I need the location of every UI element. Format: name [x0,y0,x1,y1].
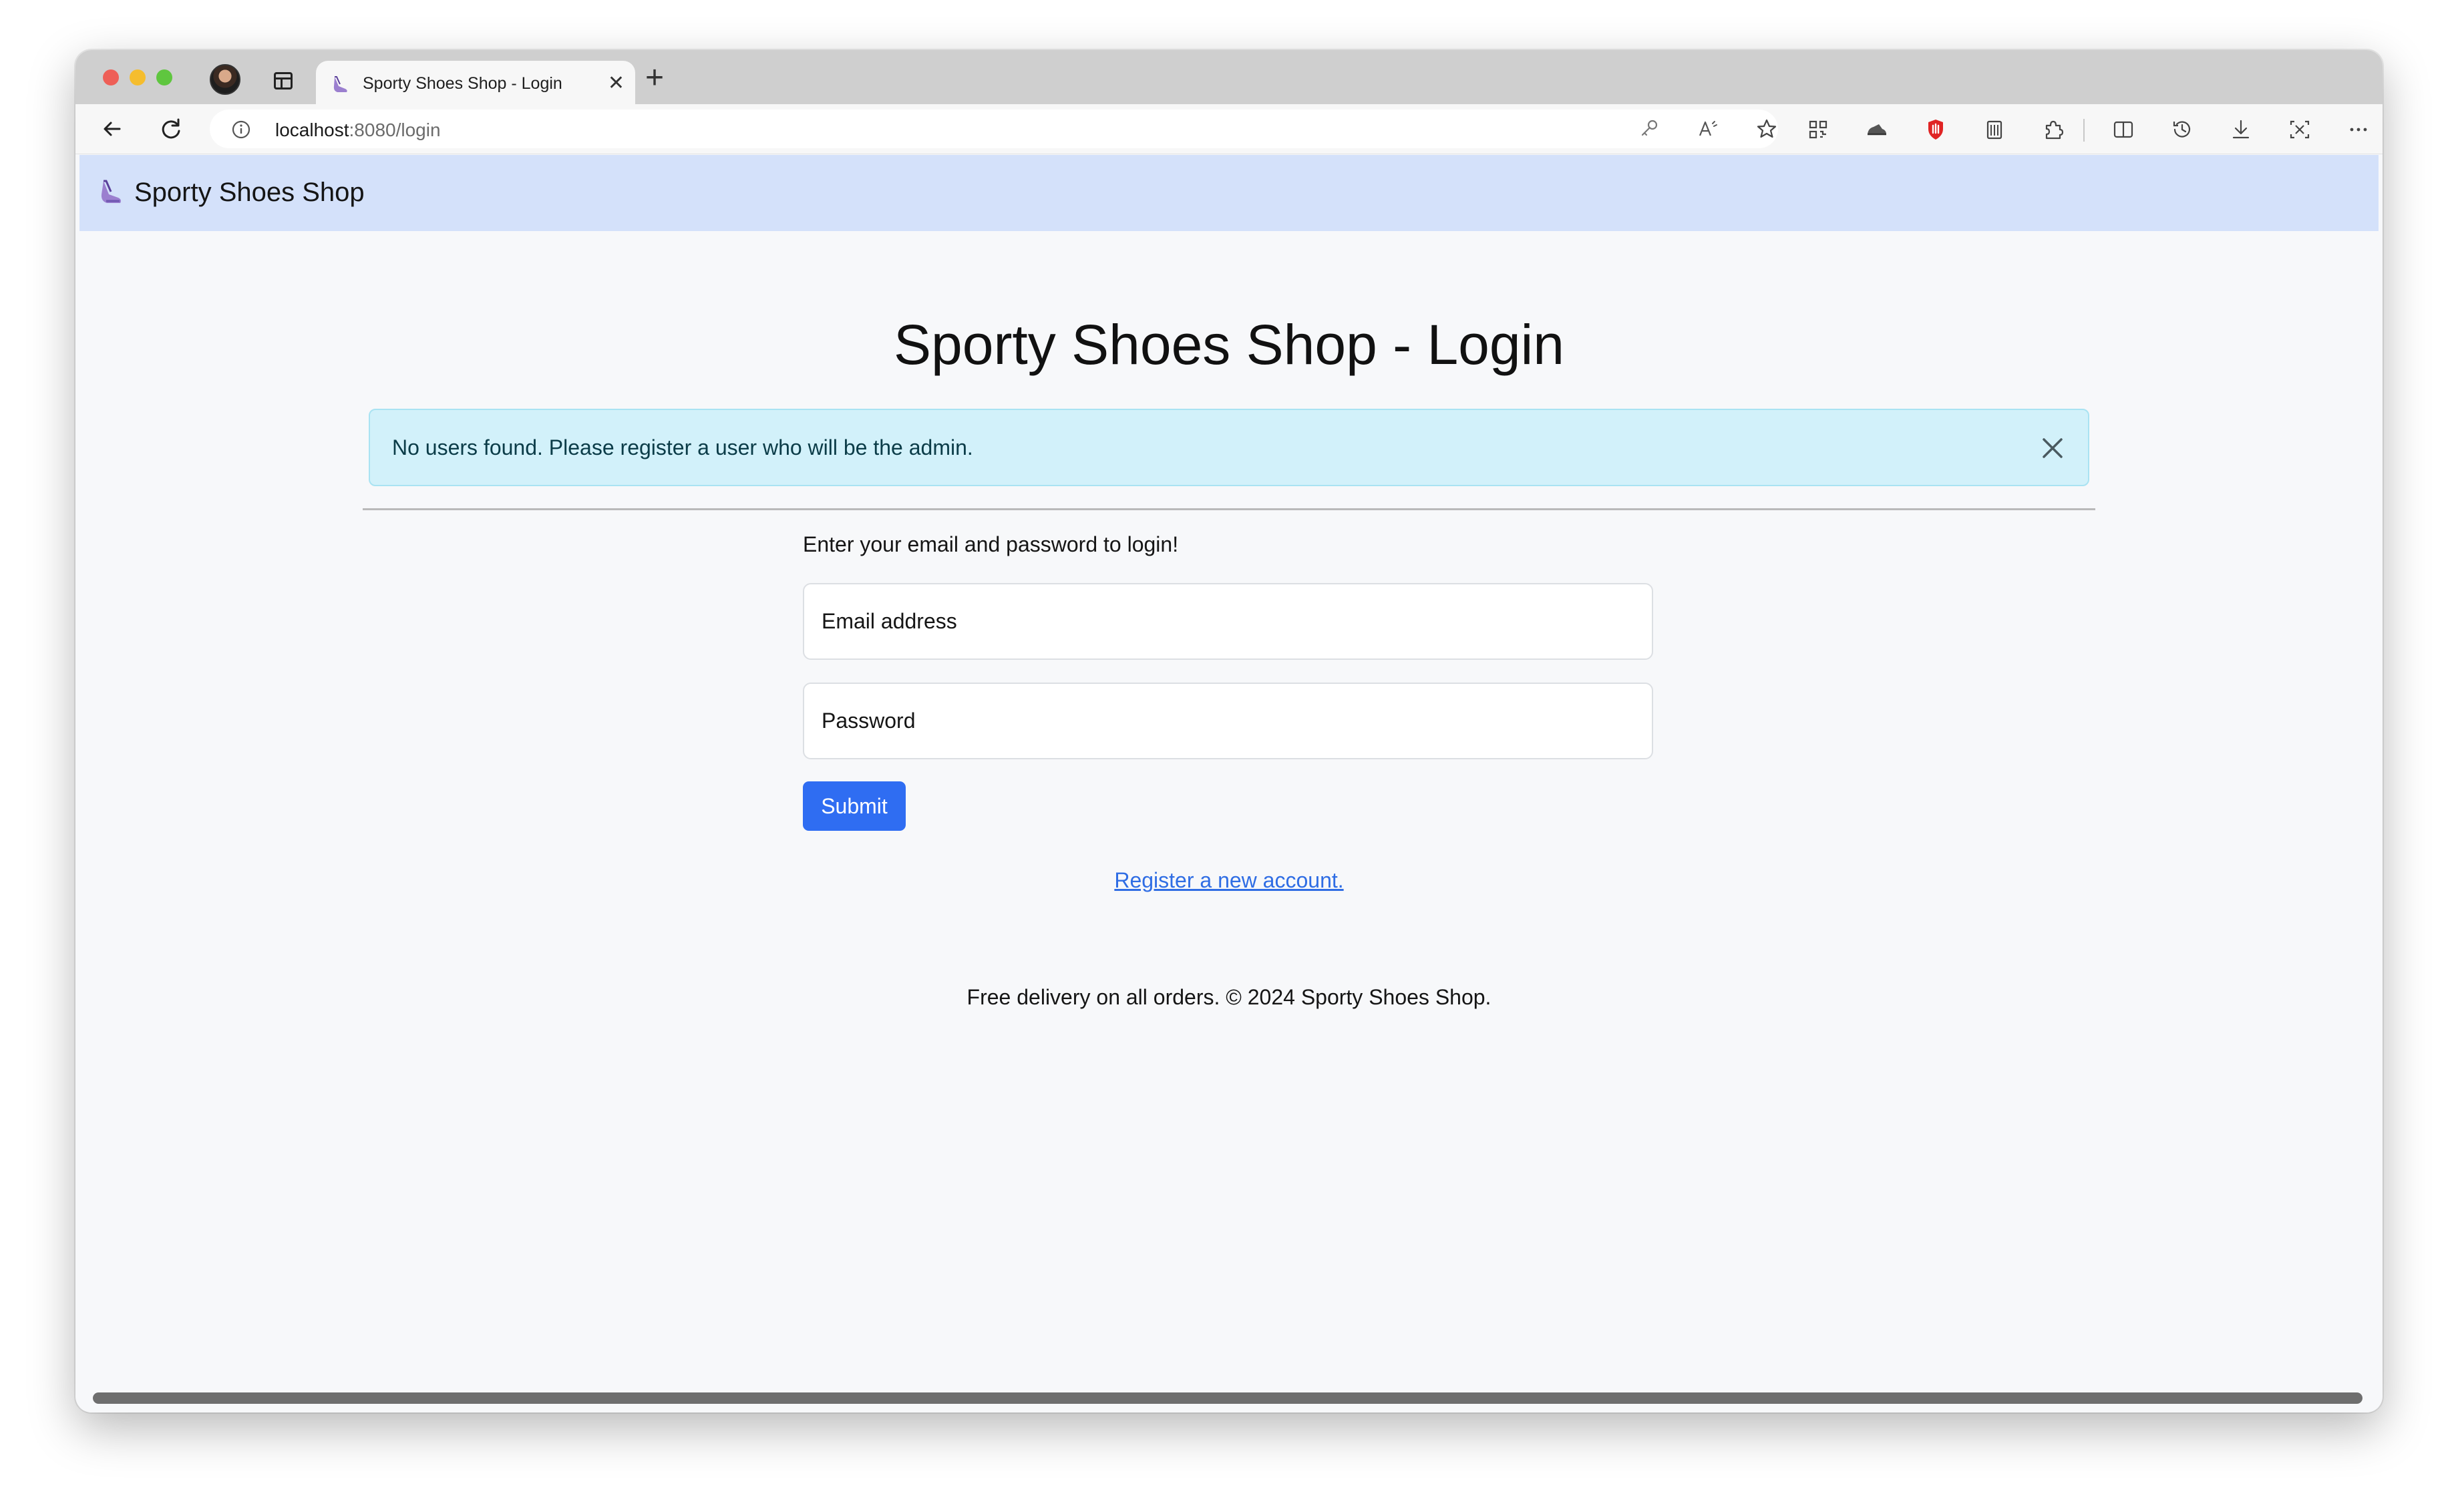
email-field[interactable] [803,583,1653,660]
register-link-row: Register a new account. [79,868,2379,893]
url-host: localhost [275,120,349,140]
split-screen-icon[interactable] [2111,117,2136,142]
toolbar-separator [2083,119,2085,142]
alert-message: No users found. Please register a user w… [392,435,973,459]
screenshot-icon[interactable] [2287,117,2312,142]
browser-toolbar: localhost:8080/login [75,104,2383,154]
shoe-favicon-icon [333,76,347,92]
tab-strip: Sporty Shoes Shop - Login ✕ + [75,50,2383,104]
site-navbar: Sporty Shoes Shop [79,155,2379,231]
register-link[interactable]: Register a new account. [1114,868,1343,892]
adblock-icon[interactable] [1923,117,1948,142]
page-title: Sporty Shoes Shop - Login [894,313,1564,376]
favorite-star-icon[interactable] [1755,118,1778,140]
shoe-extension-icon[interactable] [1864,117,1890,142]
url-path: :8080/login [349,120,441,140]
back-arrow-icon [104,122,121,136]
brand-link[interactable]: Sporty Shoes Shop [134,178,365,208]
tab-title: Sporty Shoes Shop - Login [363,74,562,93]
address-bar[interactable]: localhost:8080/login [210,110,1778,148]
submit-button[interactable]: Submit [803,781,906,831]
more-options-icon[interactable] [2346,117,2371,142]
tab-actions-icon[interactable] [274,72,293,89]
alert-close-icon[interactable] [2037,433,2068,463]
read-aloud-icon[interactable] [1697,118,1719,140]
reload-button[interactable] [156,114,186,144]
footer-text: Free delivery on all orders. © 2024 Spor… [967,985,1491,1009]
extensions-puzzle-icon[interactable] [2041,117,2066,142]
tab-active[interactable]: Sporty Shoes Shop - Login ✕ [316,61,635,104]
login-instructions: Enter your email and password to login! [803,532,1179,556]
divider [363,508,2095,510]
new-tab-button[interactable]: + [645,62,664,94]
site-info-icon[interactable] [231,120,251,140]
clipboard-extension-icon[interactable] [1982,117,2007,142]
shoe-logo-icon[interactable] [97,177,128,208]
history-icon[interactable] [2169,117,2195,142]
profile-avatar[interactable] [210,64,240,95]
maximize-window-button[interactable] [156,69,172,85]
password-key-icon[interactable] [1638,118,1660,140]
browser-window: Sporty Shoes Shop - Login ✕ + localhost:… [75,50,2383,1412]
password-field[interactable] [803,683,1653,759]
back-button[interactable] [97,114,128,144]
reload-icon [162,118,180,139]
qr-code-icon[interactable] [1805,117,1831,142]
url-text[interactable]: localhost:8080/login [275,120,441,141]
close-window-button[interactable] [103,69,119,85]
downloads-icon[interactable] [2228,117,2254,142]
horizontal-scrollbar[interactable] [93,1392,2362,1404]
tab-close-icon[interactable]: ✕ [608,73,625,93]
info-alert: No users found. Please register a user w… [369,409,2089,486]
minimize-window-button[interactable] [130,69,146,85]
page-viewport: Sporty Shoes Shop Sporty Shoes Shop - Lo… [79,155,2379,1412]
email-input[interactable] [804,584,1652,658]
password-input[interactable] [804,684,1652,758]
